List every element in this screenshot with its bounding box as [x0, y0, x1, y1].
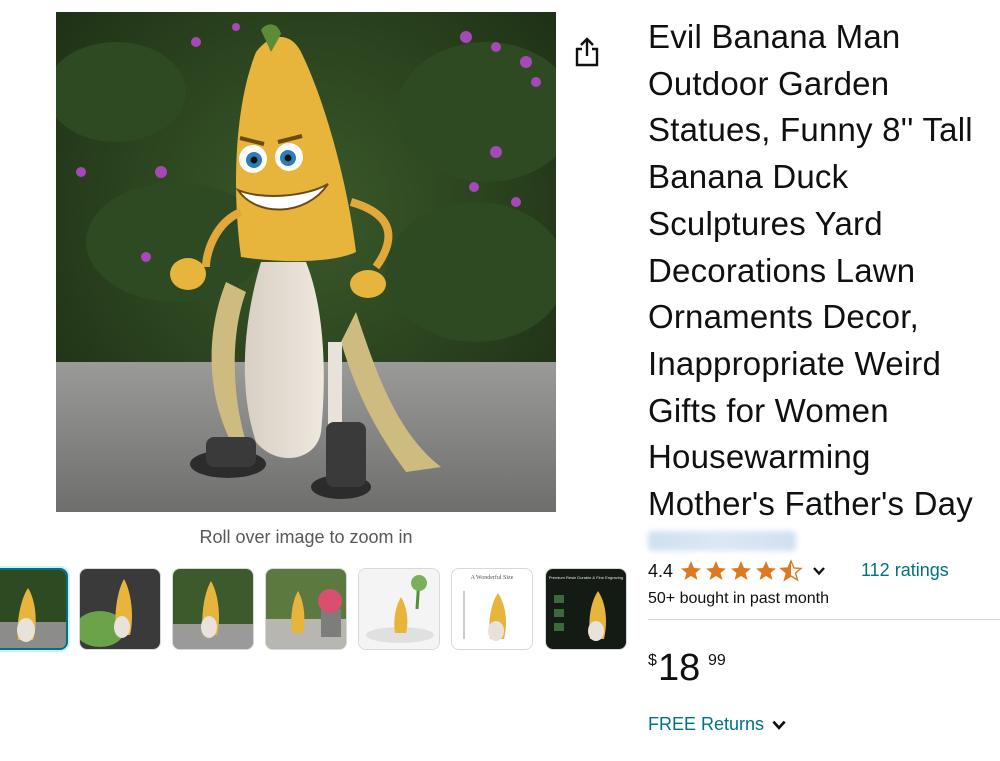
price-symbol: $	[648, 652, 657, 669]
rating-value: 4.4	[648, 560, 674, 581]
thumbnail-3[interactable]	[172, 568, 254, 650]
zoom-hint: Roll over image to zoom in	[199, 527, 413, 547]
star-rating[interactable]	[679, 559, 803, 583]
divider	[648, 619, 1000, 620]
rating-row: 4.4	[648, 558, 827, 584]
chevron-down-icon[interactable]	[811, 563, 827, 579]
price-whole: 18	[658, 647, 701, 689]
thumbnail-2[interactable]	[79, 568, 161, 650]
star-icon	[756, 561, 777, 580]
store-link[interactable]	[648, 531, 796, 551]
free-returns-label: FREE Returns	[648, 714, 765, 734]
thumbnail-7[interactable]: Premium Resin Durable & Fine Engraving	[545, 568, 627, 650]
star-icon	[681, 561, 702, 580]
thumbnail-caption: A Wonderful Size	[470, 575, 514, 581]
ratings-count-link[interactable]: 112 ratings	[861, 560, 949, 581]
free-returns-link[interactable]: FREE Returns	[648, 714, 788, 735]
thumbnail-1[interactable]	[0, 568, 68, 650]
share-icon[interactable]	[573, 36, 601, 68]
bought-count: 50+ bought in past month	[648, 590, 830, 607]
thumbnail-6[interactable]: A Wonderful Size	[451, 568, 533, 650]
thumbnail-caption: Premium Resin Durable & Fine Engraving	[548, 575, 624, 580]
thumbnail-4[interactable]	[265, 568, 347, 650]
product-title: Evil Banana Man Outdoor Garden Statues, …	[648, 18, 973, 523]
price-fraction: 99	[708, 652, 726, 669]
star-icon	[731, 561, 752, 580]
star-icon	[706, 561, 727, 580]
banana-man-statue-photo	[56, 12, 556, 512]
chevron-down-icon	[772, 720, 786, 730]
thumbnail-5[interactable]	[358, 568, 440, 650]
main-product-image[interactable]	[56, 12, 556, 512]
half-star-icon	[779, 559, 803, 582]
